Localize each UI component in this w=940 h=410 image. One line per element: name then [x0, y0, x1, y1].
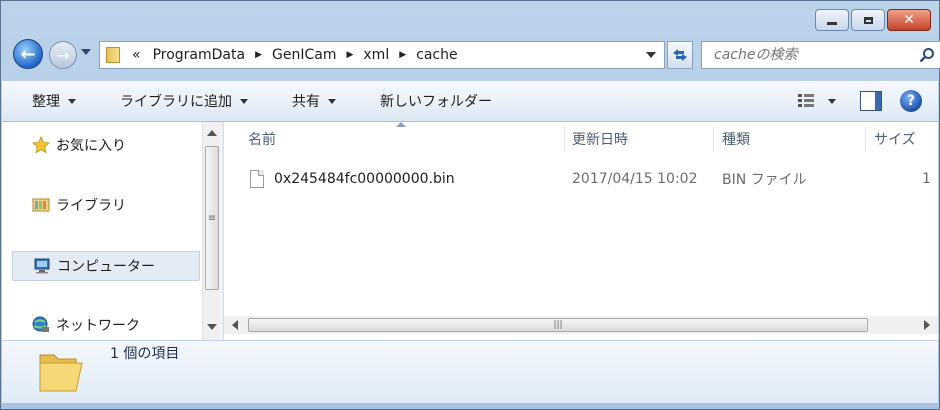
sidebar-item-network[interactable]: ネットワーク	[12, 310, 200, 340]
scroll-down-arrow-icon[interactable]	[207, 324, 217, 330]
command-toolbar: 整理 ライブラリに追加 共有 新しいフォルダー ?	[2, 81, 938, 122]
breadcrumb-separator-icon[interactable]: ▶	[342, 50, 357, 60]
folder-icon	[39, 354, 83, 392]
sidebar-item-libraries[interactable]: ライブラリ	[12, 190, 200, 220]
file-name: 0x245484fc00000000.bin	[274, 171, 455, 187]
organize-menu[interactable]: 整理	[2, 91, 90, 111]
add-to-library-menu[interactable]: ライブラリに追加	[90, 91, 262, 111]
column-size[interactable]: サイズ	[874, 122, 934, 156]
maximize-icon	[863, 16, 873, 24]
scrollbar-thumb[interactable]: ≡	[205, 146, 219, 290]
search-icon[interactable]	[916, 44, 938, 66]
column-size-label: サイズ	[874, 132, 916, 148]
breadcrumb-genicam[interactable]: GenICam	[266, 47, 342, 63]
add-to-library-label: ライブラリに追加	[120, 94, 232, 110]
navigation-pane: お気に入り ライブラリ コンピューター ネットワーク ≡	[2, 122, 222, 340]
column-divider[interactable]	[865, 126, 866, 152]
caption-buttons: ✕	[815, 9, 931, 31]
address-dropdown-icon[interactable]	[646, 52, 656, 58]
sidebar-item-label: お気に入り	[56, 138, 126, 154]
help-button[interactable]: ?	[900, 90, 922, 112]
sidebar-item-favorites[interactable]: お気に入り	[12, 130, 200, 160]
file-icon	[250, 170, 264, 188]
back-button[interactable]: ←	[13, 39, 43, 69]
new-folder-button[interactable]: 新しいフォルダー	[350, 91, 506, 111]
toolbar-right: ?	[794, 81, 938, 121]
column-type-label: 種類	[722, 132, 750, 148]
breadcrumb-cache[interactable]: cache	[410, 47, 463, 63]
preview-pane-button[interactable]	[860, 91, 882, 111]
file-type-cell: BIN ファイル	[722, 172, 807, 188]
explorer-window: ✕ ← → « ProgramData ▶ GenICam ▶ xml ▶ ca…	[0, 0, 940, 410]
star-icon	[32, 136, 50, 154]
navigation-bar: ← → « ProgramData ▶ GenICam ▶ xml ▶ cach…	[11, 39, 940, 73]
address-bar[interactable]: « ProgramData ▶ GenICam ▶ xml ▶ cache	[99, 41, 665, 69]
horizontal-scrollbar[interactable]: |||	[224, 316, 938, 334]
sidebar-item-label: コンピューター	[57, 259, 155, 275]
new-folder-label: 新しいフォルダー	[380, 94, 492, 110]
column-divider[interactable]	[564, 126, 565, 152]
column-name[interactable]: 名前	[248, 122, 548, 156]
scroll-left-arrow-icon[interactable]	[232, 320, 238, 330]
chevron-down-icon	[68, 98, 76, 104]
scroll-up-arrow-icon[interactable]	[207, 130, 217, 136]
file-name-cell[interactable]: 0x245484fc00000000.bin	[250, 166, 455, 192]
column-date-label: 更新日時	[572, 132, 628, 148]
table-row[interactable]: 0x245484fc00000000.bin 2017/04/15 10:02 …	[224, 166, 938, 192]
folder-icon	[106, 47, 120, 63]
details-pane: 1 個の項目	[2, 340, 938, 403]
help-icon: ?	[906, 93, 916, 109]
refresh-icon	[673, 49, 687, 61]
share-menu[interactable]: 共有	[262, 91, 350, 111]
sidebar-item-computer[interactable]: コンピューター	[12, 251, 200, 281]
view-icon	[798, 94, 814, 107]
search-box[interactable]	[701, 41, 940, 69]
minimize-icon	[827, 21, 837, 25]
forward-button[interactable]: →	[49, 41, 77, 69]
column-header: 名前 更新日時 種類 サイズ	[224, 122, 938, 156]
breadcrumb-separator-icon[interactable]: ▶	[395, 50, 410, 60]
column-divider[interactable]	[713, 126, 714, 152]
library-icon	[32, 196, 50, 214]
recent-pages-dropdown[interactable]	[81, 49, 91, 55]
breadcrumb-separator-icon[interactable]: ▶	[251, 50, 266, 60]
forward-arrow-icon: →	[56, 45, 70, 65]
breadcrumb-xml[interactable]: xml	[357, 47, 395, 63]
horizontal-scrollbar-thumb[interactable]: |||	[248, 318, 868, 332]
column-type[interactable]: 種類	[722, 122, 862, 156]
column-name-label: 名前	[248, 132, 276, 148]
file-size-cell: 1	[922, 171, 931, 187]
network-icon	[32, 316, 50, 334]
change-view-button[interactable]	[794, 90, 820, 112]
file-date-cell: 2017/04/15 10:02	[572, 171, 698, 187]
navigation-scrollbar[interactable]: ≡	[202, 122, 221, 340]
chevron-down-icon	[240, 98, 248, 104]
close-button[interactable]: ✕	[887, 9, 931, 31]
sidebar-item-label: ライブラリ	[56, 198, 126, 214]
chevron-down-icon	[328, 98, 336, 104]
back-arrow-icon: ←	[20, 43, 36, 65]
minimize-button[interactable]	[815, 9, 849, 31]
computer-icon	[33, 257, 51, 275]
maximize-button[interactable]	[851, 9, 885, 31]
file-list: 名前 更新日時 種類 サイズ 0x245484fc00000000.bin 20…	[224, 122, 938, 340]
refresh-button[interactable]	[667, 41, 693, 69]
organize-label: 整理	[32, 94, 60, 110]
column-date[interactable]: 更新日時	[572, 122, 712, 156]
breadcrumb-programdata[interactable]: ProgramData	[147, 47, 252, 63]
search-input[interactable]	[712, 46, 916, 64]
scroll-right-arrow-icon[interactable]	[924, 320, 930, 330]
view-options-chevron-icon[interactable]	[828, 98, 836, 104]
sidebar-item-label: ネットワーク	[56, 318, 140, 334]
close-icon: ✕	[903, 12, 915, 28]
breadcrumb-overflow[interactable]: «	[126, 47, 147, 63]
share-label: 共有	[292, 94, 320, 110]
item-count: 1 個の項目	[110, 346, 180, 362]
